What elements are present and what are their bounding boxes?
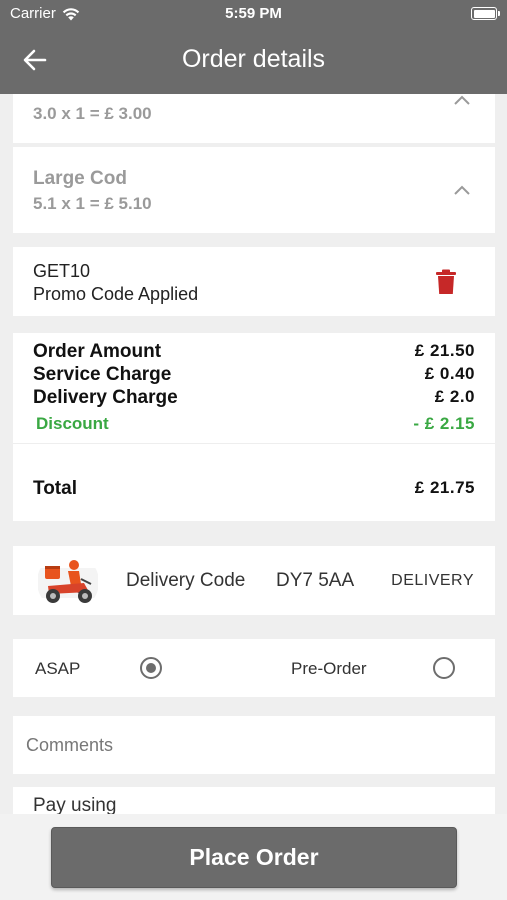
footer: Place Order [0,814,507,900]
status-time: 5:59 PM [225,5,282,22]
order-summary: Order Amount £ 21.50 Service Charge £ 0.… [13,333,495,521]
discount-value: - £ 2.15 [413,414,475,433]
asap-label: ASAP [35,659,81,678]
trash-icon[interactable] [435,269,457,295]
page-title: Order details [181,45,326,73]
header: Carrier 5:59 PM Order details [0,0,507,94]
chevron-up-icon[interactable] [453,94,471,106]
preorder-radio[interactable] [433,657,455,679]
preorder-label: Pre-Order [291,659,367,678]
asap-radio[interactable] [140,657,162,679]
discount-row: Discount - £ 2.15 [36,414,475,434]
promo-card: GET10 Promo Code Applied [13,247,495,316]
service-charge-value: £ 0.40 [424,364,475,383]
discount-label: Discount [36,414,109,433]
item-title: Large Cod [33,168,127,189]
order-amount-value: £ 21.50 [414,341,475,360]
chevron-up-icon[interactable] [453,184,471,196]
place-order-button[interactable]: Place Order [51,827,457,888]
delivery-card: Delivery Code DY7 5AA DELIVERY [13,546,495,615]
total-value: £ 21.75 [414,478,475,497]
order-item[interactable]: Large Cod 5.1 x 1 = £ 5.10 [13,147,495,233]
nav-bar: Order details [0,28,507,94]
total-row: Total £ 21.75 [33,478,475,500]
timing-card: ASAP Pre-Order [13,639,495,697]
order-amount-label: Order Amount [33,341,162,362]
total-label: Total [33,478,77,499]
delivery-bike-icon [37,552,99,612]
comments-input[interactable] [13,716,495,774]
comments-card [13,716,495,774]
delivery-charge-row: Delivery Charge £ 2.0 [33,387,475,409]
status-bar: Carrier 5:59 PM [0,0,507,28]
promo-status: Promo Code Applied [33,284,199,304]
delivery-type: DELIVERY [391,572,474,589]
divider [13,443,495,444]
order-amount-row: Order Amount £ 21.50 [33,341,475,363]
item-calc: 3.0 x 1 = £ 3.00 [33,104,152,123]
delivery-code-label: Delivery Code [126,570,246,591]
delivery-charge-value: £ 2.0 [434,387,475,406]
service-charge-label: Service Charge [33,364,172,385]
item-calc: 5.1 x 1 = £ 5.10 [33,194,152,213]
battery-icon [471,7,500,20]
service-charge-row: Service Charge £ 0.40 [33,364,475,386]
delivery-postcode: DY7 5AA [276,570,355,591]
promo-code: GET10 [33,261,91,281]
delivery-charge-label: Delivery Charge [33,387,178,408]
